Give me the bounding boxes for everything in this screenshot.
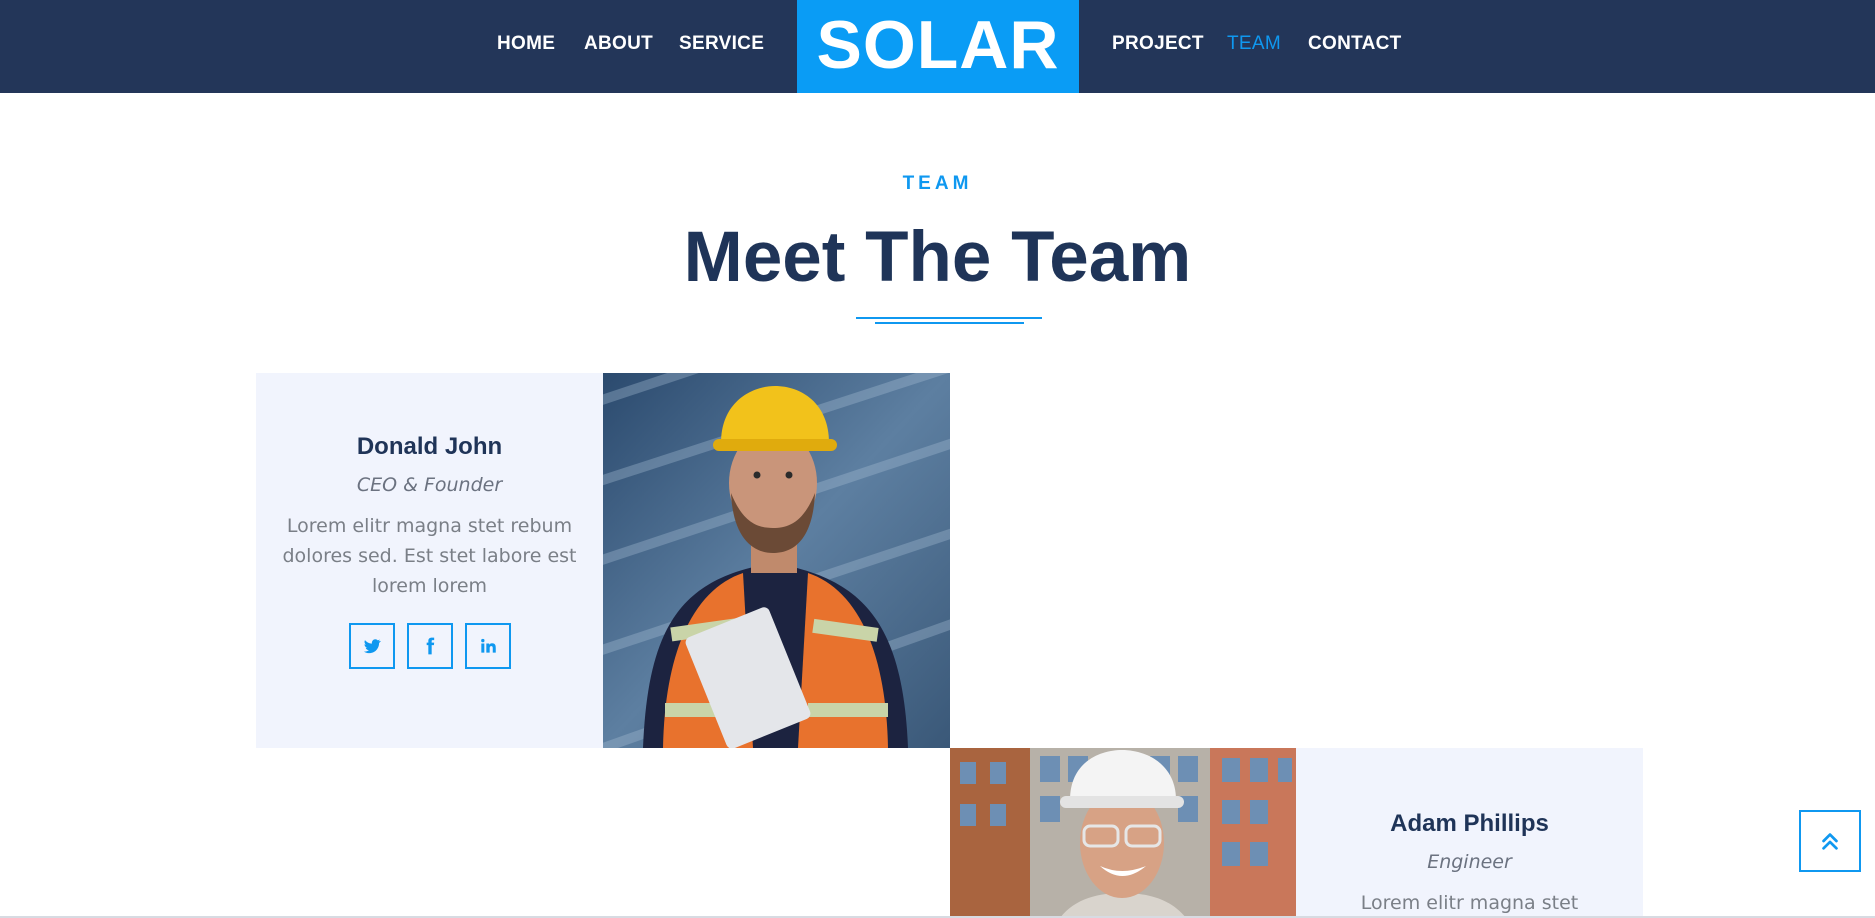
- twitter-button[interactable]: [348, 623, 395, 669]
- nav-link-service[interactable]: SERVICE: [679, 32, 764, 56]
- member-name: Donald John: [356, 433, 503, 460]
- top-navbar: HOME ABOUT SERVICE SOLAR PROJECT TEAM CO…: [0, 0, 1875, 93]
- nav-link-team[interactable]: TEAM: [1227, 32, 1281, 56]
- member-bio: Lorem elitr magna stet rebum dolores sed…: [282, 515, 577, 597]
- team-card-info-adam: Adam Phillips Engineer Lorem elitr magna…: [1296, 748, 1643, 918]
- twitter-icon: [363, 639, 381, 654]
- brand-name: SOLAR: [816, 6, 1060, 83]
- facebook-button[interactable]: [406, 623, 453, 669]
- nav-link-project[interactable]: PROJECT: [1112, 32, 1204, 56]
- member-role: CEO & Founder: [356, 474, 503, 496]
- team-photo-adam: [950, 748, 1296, 918]
- title-divider: [856, 317, 1042, 319]
- section-kicker: TEAM: [902, 173, 973, 194]
- facebook-icon: [426, 637, 434, 655]
- social-links: [256, 623, 603, 669]
- linkedin-button[interactable]: [464, 623, 511, 669]
- member-role: Engineer: [1427, 851, 1512, 873]
- title-divider-inner: [875, 322, 1024, 324]
- team-card-info: Donald John CEO & Founder Lorem elitr ma…: [256, 373, 603, 748]
- section-title: Meet The Team: [683, 218, 1192, 297]
- nav-link-contact[interactable]: CONTACT: [1308, 32, 1402, 56]
- member-name: Adam Phillips: [1390, 810, 1549, 837]
- double-chevron-up-icon: [1822, 833, 1838, 850]
- brand-logo[interactable]: SOLAR: [797, 0, 1079, 93]
- member-bio: Lorem elitr magna stet: [1360, 892, 1579, 914]
- linkedin-icon: [480, 638, 496, 653]
- team-photo-donald: [603, 373, 950, 748]
- nav-link-home[interactable]: HOME: [497, 32, 555, 56]
- nav-link-about[interactable]: ABOUT: [584, 32, 653, 56]
- back-to-top-button[interactable]: [1799, 810, 1861, 872]
